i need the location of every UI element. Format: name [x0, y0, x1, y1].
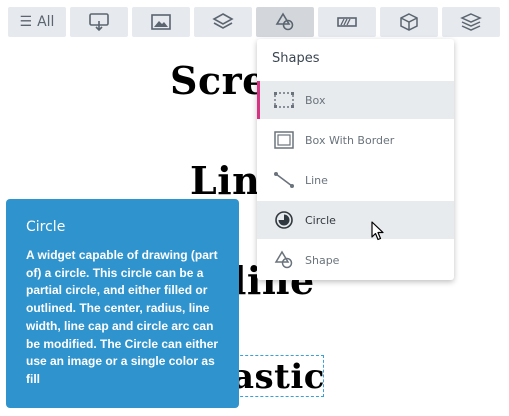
menu-icon: ☰ [19, 14, 33, 30]
shapes-icon [275, 12, 294, 31]
all-button[interactable]: ☰ All [8, 7, 66, 37]
dropdown-item-label: Line [305, 173, 328, 187]
3d-category-button[interactable] [380, 7, 438, 37]
dropdown-item-label: Circle [305, 213, 336, 227]
progress-category-button[interactable] [318, 7, 376, 37]
misc-category-button[interactable] [442, 7, 500, 37]
circle-icon [275, 211, 293, 229]
container-category-button[interactable] [194, 7, 252, 37]
cube-icon [400, 13, 418, 31]
mouse-cursor-icon [371, 221, 384, 241]
shapes-dropdown: Shapes Box Box With Border Line Circle S… [257, 39, 454, 280]
dropdown-title: Shapes [272, 51, 320, 66]
widget-description-tooltip: Circle A widget capable of drawing (part… [6, 199, 239, 408]
canvas-text-widget[interactable]: Lin [190, 158, 260, 203]
stack-icon [460, 13, 482, 31]
selection-box [230, 355, 324, 397]
tooltip-body: A widget capable of drawing (part of) a … [26, 248, 219, 386]
layers-icon [212, 13, 234, 29]
dropdown-item-circle[interactable]: Circle [257, 201, 454, 239]
progress-bar-icon [337, 17, 357, 27]
dropdown-item-label: Box [305, 93, 326, 107]
dropdown-item-box-with-border[interactable]: Box With Border [257, 121, 454, 159]
dropdown-item-label: Shape [305, 253, 340, 267]
screen-category-button[interactable] [70, 7, 128, 37]
dropdown-item-label: Box With Border [305, 133, 395, 147]
all-button-label: All [37, 14, 55, 30]
dropdown-item-line[interactable]: Line [257, 161, 454, 199]
line-icon [274, 172, 294, 188]
canvas-text-widget[interactable]: Scre [170, 58, 267, 103]
image-icon [151, 14, 171, 30]
dropdown-item-shape[interactable]: Shape [257, 241, 454, 279]
box-with-border-icon [274, 131, 294, 149]
tooltip-title: Circle [26, 219, 66, 235]
screen-icon [89, 13, 109, 32]
shape-icon [274, 250, 293, 269]
shapes-category-button[interactable] [256, 7, 314, 37]
image-category-button[interactable] [132, 7, 190, 37]
box-icon [274, 92, 294, 108]
dropdown-item-box[interactable]: Box [257, 81, 454, 119]
